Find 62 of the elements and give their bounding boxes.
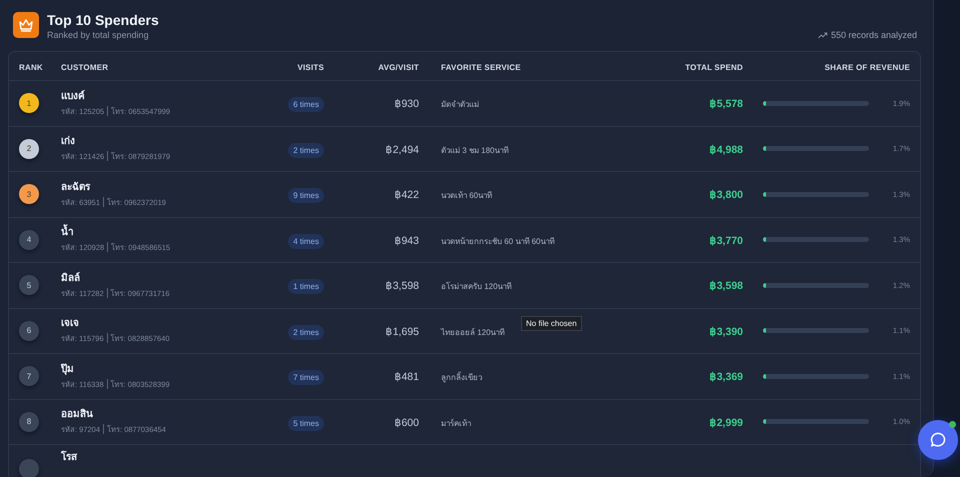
- customer-name: โรส: [61, 451, 78, 465]
- rank-badge: 8: [19, 412, 39, 432]
- avg-visit: ฿1,695: [386, 326, 419, 338]
- favorite-service: นวดเท้า 60นาที: [441, 191, 492, 200]
- visits-badge: 2 times: [288, 142, 324, 158]
- customer-name: เจเจ: [61, 317, 80, 332]
- rank-badge: 7: [19, 366, 39, 386]
- total-spend: ฿3,390: [710, 326, 743, 338]
- column-header: RANK: [19, 63, 43, 72]
- customer-name: มิลล์: [61, 272, 81, 286]
- total-spend: ฿3,800: [710, 189, 743, 202]
- column-header: VISITS: [297, 63, 324, 72]
- rank-badge: 2: [19, 138, 39, 159]
- visits-badge: 7 times: [288, 370, 324, 386]
- avg-visit: ฿481: [394, 371, 419, 384]
- rank-badge: 4: [19, 230, 39, 250]
- favorite-service: อโรม่าสครับ 120นาที: [441, 282, 512, 292]
- rank-badge: 3: [19, 184, 39, 204]
- favorite-service: มัดจำตัวแม่: [441, 100, 479, 110]
- visits-badge: 5 times: [288, 416, 324, 431]
- total-spend: ฿3,770: [710, 234, 743, 247]
- visits-badge: 2 times: [288, 324, 324, 340]
- avg-visit: ฿930: [394, 98, 419, 110]
- rank-badge: 6: [19, 320, 39, 341]
- total-spend: ฿2,999: [710, 416, 743, 429]
- customer-name: น้ำ: [61, 226, 236, 240]
- avg-visit: ฿3,598: [386, 280, 419, 292]
- panel-title: Top 10 Spenders: [47, 12, 159, 28]
- column-header: TOTAL SPEND: [685, 63, 743, 72]
- favorite-service: มาร์คเท้า: [441, 418, 471, 428]
- total-spend: ฿4,988: [710, 144, 743, 156]
- total-spend: ฿5,578: [710, 98, 743, 110]
- favorite-service: นวดหน้ายกกระชับ 60 นาที 60นาที: [441, 236, 554, 246]
- favorite-service: ตัวแม่ 3 ชม 180นาที: [441, 146, 508, 155]
- column-header: AVG/VISIT: [378, 63, 419, 72]
- total-spend: ฿3,369: [710, 371, 743, 384]
- column-header: SHARE OF REVENUE: [824, 63, 910, 72]
- avg-visit: ฿943: [394, 234, 419, 247]
- column-header: FAVORITE SERVICE: [441, 63, 521, 72]
- avg-visit: ฿2,494: [386, 144, 419, 156]
- visits-badge: 9 times: [288, 188, 324, 204]
- visits-badge: 4 times: [288, 234, 324, 249]
- rank-badge: 5: [19, 275, 39, 296]
- rank-badge: 1: [19, 93, 39, 114]
- customer-name: เก่ง: [61, 135, 76, 150]
- visits-badge: 1 times: [288, 279, 324, 294]
- avg-visit: ฿422: [394, 189, 419, 202]
- total-spend: ฿3,598: [710, 280, 743, 292]
- panel-subtitle: Ranked by total spending: [47, 30, 150, 40]
- favorite-service: ไทยออยล์ 120นาที: [441, 328, 505, 337]
- tooltip: No file chosen: [521, 316, 582, 331]
- records-count: 550 records analyzed: [830, 30, 917, 40]
- visits-badge: 6 times: [288, 97, 324, 112]
- customer-name: แบงค์: [61, 90, 86, 104]
- customer-name: ปุ๊ม: [61, 362, 75, 377]
- column-header: CUSTOMER: [61, 63, 108, 72]
- customer-name: ออมสิน: [61, 408, 94, 422]
- crown-icon: [13, 12, 39, 38]
- trending-up-icon: [818, 32, 828, 38]
- customer-name: ละฉัตร: [61, 180, 92, 195]
- favorite-service: ลูกกลิ้งเขียว: [441, 373, 482, 382]
- avg-visit: ฿600: [394, 416, 419, 429]
